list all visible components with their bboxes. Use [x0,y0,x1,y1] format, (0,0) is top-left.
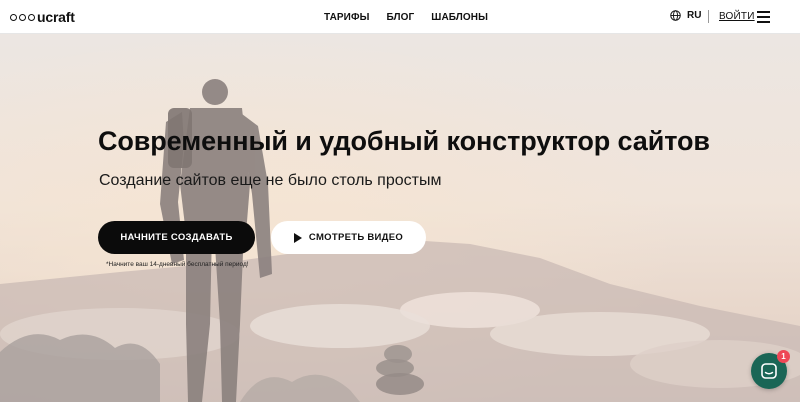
hero-title: Современный и удобный конструктор сайтов [98,126,710,156]
start-creating-button[interactable]: НАЧНИТЕ СОЗДАВАТЬ [98,221,255,254]
logo[interactable]: ucraft [10,8,75,26]
trial-note: *Начните ваш 14-дневный бесплатный перио… [106,261,249,268]
top-navigation-bar: ucraft ТАРИФЫ БЛОГ ШАБЛОНЫ RU ВОЙТИ [0,0,800,34]
hero-background-image [0,34,800,402]
hamburger-menu-icon[interactable] [757,11,770,23]
header-divider [708,10,709,23]
chat-icon [761,363,777,379]
main-nav: ТАРИФЫ БЛОГ ШАБЛОНЫ [324,0,505,34]
watch-video-label: СМОТРЕТЬ ВИДЕО [308,232,404,243]
language-selector[interactable]: RU [670,10,701,21]
hero-section: Современный и удобный конструктор сайтов… [0,34,800,402]
nav-link-templates[interactable]: ШАБЛОНЫ [431,12,488,23]
nav-link-blog[interactable]: БЛОГ [386,12,414,23]
play-icon [293,232,302,243]
login-link[interactable]: ВОЙТИ [719,11,755,22]
watch-video-button[interactable]: СМОТРЕТЬ ВИДЕО [271,221,426,254]
globe-icon [670,10,681,21]
nav-link-pricing[interactable]: ТАРИФЫ [324,12,369,23]
logo-dots-icon [10,13,35,21]
logo-text: ucraft [37,9,75,25]
language-label: RU [687,10,702,21]
start-creating-label: НАЧНИТЕ СОЗДАВАТЬ [120,232,233,243]
chat-notification-badge: 1 [777,350,790,363]
hero-subtitle: Создание сайтов еще не было столь просты… [99,172,442,189]
